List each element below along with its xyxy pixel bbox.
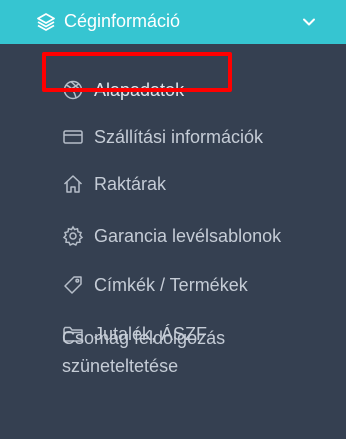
sidebar-item-label-line1: Csomag feldolgozás [62,328,226,348]
credit-card-icon [62,126,84,148]
sidebar-item-raktarak[interactable]: Raktárak [0,164,346,204]
sidebar-item-label: Címkék / Termékek [94,275,248,295]
sidebar-item-garancia-levelsablonok[interactable]: Garancia levélsablonok [0,216,346,256]
home-icon [62,173,84,195]
sidebar-item-csomag-feldolgozas[interactable]: Csomag feldolgozás szüneteltetése [62,324,332,380]
gear-icon [62,225,84,247]
basketball-icon [62,79,84,101]
section-title: Céginformáció [64,11,181,31]
sidebar-item-label: Alapadatok [94,80,185,100]
sidebar-item-label: Szállítási információk [94,127,264,147]
sidebar-item-label: Raktárak [94,174,167,194]
tag-icon [62,274,84,296]
sidebar: Céginformáció Alapadatok Szállítási info… [0,0,346,439]
sidebar-item-cimkek-termekek[interactable]: Címkék / Termékek [0,265,346,305]
sidebar-item-label-line2: szüneteltetése [62,356,179,376]
sidebar-item-label: Garancia levélsablonok [94,226,282,246]
section-header-ceginformacio[interactable]: Céginformáció [0,0,346,44]
layers-icon [36,12,56,32]
sidebar-item-szallitasi-informaciok[interactable]: Szállítási információk [0,117,346,157]
sidebar-item-alapadatok[interactable]: Alapadatok [0,70,346,110]
chevron-down-icon[interactable] [299,12,319,32]
